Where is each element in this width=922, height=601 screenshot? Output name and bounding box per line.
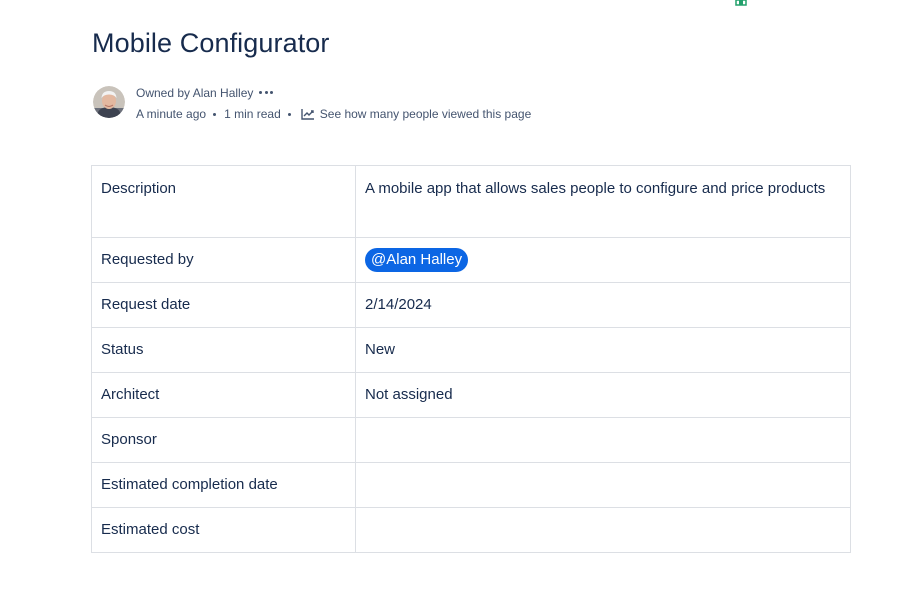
table-row: Sponsor <box>91 417 851 463</box>
row-value-estimated-cost[interactable] <box>355 507 851 553</box>
confluence-page: Mobile Configurator Owned by Alan Halley… <box>0 0 922 601</box>
row-label-sponsor: Sponsor <box>91 417 356 463</box>
byline-meta: Owned by Alan Halley A minute ago 1 min … <box>136 84 531 125</box>
page-byline: Owned by Alan Halley A minute ago 1 min … <box>93 84 531 124</box>
row-value-status: New <box>355 327 851 373</box>
table-row: Estimated completion date <box>91 462 851 508</box>
page-views-label: See how many people viewed this page <box>319 107 532 121</box>
table-row: Status New <box>91 327 851 373</box>
separator-dot <box>287 112 291 116</box>
table-row: Requested by @Alan Halley <box>91 237 851 283</box>
green-page-icon <box>735 0 747 6</box>
analytics-line-icon <box>301 109 314 120</box>
row-label-status: Status <box>91 327 356 373</box>
last-updated[interactable]: A minute ago <box>136 107 206 121</box>
owner-avatar[interactable] <box>93 86 125 118</box>
user-mention-chip[interactable]: @Alan Halley <box>365 248 469 273</box>
row-value-request-date: 2/14/2024 <box>355 282 851 328</box>
more-actions-button[interactable] <box>259 88 274 98</box>
row-label-estimated-cost: Estimated cost <box>91 507 356 553</box>
table-row: Description A mobile app that allows sal… <box>91 165 851 238</box>
more-horizontal-icon <box>259 91 263 94</box>
row-value-sponsor[interactable] <box>355 417 851 463</box>
read-time: 1 min read <box>224 107 281 121</box>
row-value-description: A mobile app that allows sales people to… <box>355 165 851 238</box>
page-title: Mobile Configurator <box>92 28 330 58</box>
table-row: Architect Not assigned <box>91 372 851 418</box>
row-label-request-date: Request date <box>91 282 356 328</box>
row-label-estimated-completion-date: Estimated completion date <box>91 462 356 508</box>
row-label-architect: Architect <box>91 372 356 418</box>
page-views-link[interactable]: See how many people viewed this page <box>301 107 531 121</box>
row-label-description: Description <box>91 165 356 238</box>
project-properties-table: Description A mobile app that allows sal… <box>91 165 851 553</box>
table-row: Estimated cost <box>91 507 851 553</box>
row-value-requested-by: @Alan Halley <box>355 237 851 283</box>
separator-dot <box>213 112 217 116</box>
owner-label[interactable]: Owned by Alan Halley <box>136 86 253 100</box>
row-label-requested-by: Requested by <box>91 237 356 283</box>
row-value-architect: Not assigned <box>355 372 851 418</box>
row-value-estimated-completion-date[interactable] <box>355 462 851 508</box>
table-row: Request date 2/14/2024 <box>91 282 851 328</box>
